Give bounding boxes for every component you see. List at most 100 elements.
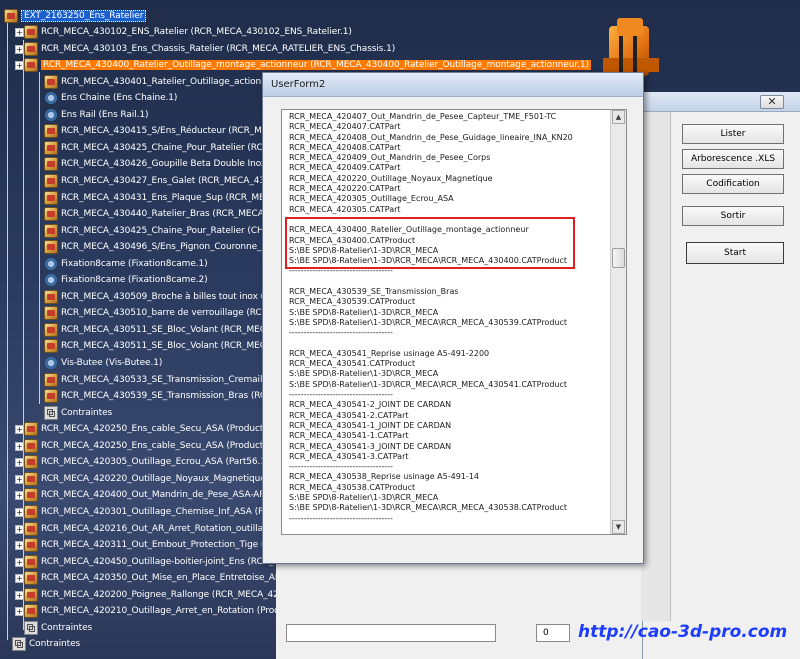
tree-item[interactable]: RCR_MECA_420350_Out_Mise_en_Place_Entret…	[24, 570, 298, 586]
list-line: ------------------------------------	[289, 462, 393, 472]
tree-item-label: RCR_MECA_420350_Out_Mise_en_Place_Entret…	[41, 573, 298, 584]
tree-item[interactable]: RCR_MECA_430103_Ens_Chassis_Ratelier (RC…	[24, 41, 395, 57]
tree-item[interactable]: RCR_MECA_430427_Ens_Galet (RCR_MECA_4304…	[44, 173, 298, 189]
tree-item[interactable]: RCR_MECA_420250_Ens_cable_Secu_ASA (Prod…	[24, 438, 281, 454]
tree-item-label: RCR_MECA_420216_Out_AR_Arret_Rotation_ou…	[41, 523, 281, 534]
expand-icon[interactable]: +	[15, 44, 24, 54]
codification-button[interactable]: Codification	[682, 174, 784, 194]
expand-icon[interactable]: +	[15, 458, 24, 468]
scroll-up-icon[interactable]: ▲	[612, 110, 625, 124]
expand-icon[interactable]: +	[15, 557, 24, 567]
close-icon[interactable]: ✕	[760, 95, 784, 109]
product-icon	[44, 140, 58, 155]
tree-item[interactable]: RCR_MECA_430440_Ratelier_Bras (RCR_MECA_…	[44, 206, 291, 222]
tree-root-label: EXT_2163250_Ens_Ratelier	[21, 10, 147, 22]
tree-item-label: RCR_MECA_420210_Outillage_Arret_en_Rotat…	[41, 606, 300, 617]
tree-item[interactable]: Ens Rail (Ens Rail.1)	[44, 107, 149, 123]
expand-icon[interactable]: +	[15, 607, 24, 617]
expand-icon[interactable]: +	[15, 425, 24, 435]
list-line: RCR_MECA_430539.CATProduct	[289, 297, 416, 307]
tree-item[interactable]: Fixation8came (Fixation8came.1)	[44, 256, 208, 272]
tree-item[interactable]: Ens Chaine (Ens Chaine.1)	[44, 90, 177, 106]
list-line	[289, 524, 607, 534]
expand-icon[interactable]: +	[15, 491, 24, 501]
tree-item-label: RCR_MECA_430511_SE_Bloc_Volant (RCR_MECA…	[61, 341, 289, 352]
product-icon	[24, 521, 38, 536]
tree-item-label: RCR_MECA_430440_Ratelier_Bras (RCR_MECA_…	[61, 209, 291, 220]
tree-item[interactable]: RCR_MECA_420301_Outillage_Chemise_Inf_AS…	[24, 504, 287, 520]
listbox-scrollbar[interactable]: ▲ ▼	[610, 110, 626, 534]
tree-item[interactable]: RCR_MECA_430496_S/Ens_Pignon_Couronne_Ra…	[44, 239, 287, 255]
tree-item[interactable]: RCR_MECA_420220_Outillage_Noyaux_Magneti…	[24, 471, 286, 487]
tree-item-label: RCR_MECA_430425_Chaine_Pour_Ratelier (RC…	[61, 142, 293, 153]
tree-item[interactable]: RCR_MECA_430510_barre de verrouillage (R…	[44, 305, 298, 321]
tree-item-label: RCR_MECA_430539_SE_Transmission_Bras (RC…	[61, 391, 297, 402]
scroll-thumb[interactable]	[612, 248, 625, 268]
tree-item[interactable]: Contraintes	[44, 405, 112, 421]
arborescence-xls-button[interactable]: Arborescence .XLS	[682, 149, 784, 169]
tree-item[interactable]: RCR_MECA_430511_SE_Bloc_Volant (RCR_MECA…	[44, 322, 288, 338]
expand-icon[interactable]: +	[15, 61, 24, 71]
tree-item[interactable]: RCR_MECA_430425_Chaine_Pour_Ratelier (CH…	[44, 223, 289, 239]
tree-item[interactable]: Fixation8came (Fixation8came.2)	[44, 272, 208, 288]
tree-item-label: RCR_MECA_420250_Ens_cable_Secu_ASA (Prod…	[41, 424, 281, 435]
product-icon	[24, 504, 38, 519]
start-button[interactable]: Start	[686, 242, 784, 264]
scroll-down-icon[interactable]: ▼	[612, 520, 625, 534]
tree-item-label: RCR_MECA_430509_Broche à billes tout ino…	[61, 291, 295, 302]
lister-button[interactable]: Lister	[682, 124, 784, 144]
list-line: S:\BE SPD\8-Ratelier\1-3D\RCR_MECA\RCR_M…	[289, 379, 568, 389]
tree-item[interactable]: RCR_MECA_420200_Poignee_Rallonge (RCR_ME…	[24, 587, 296, 603]
main-userform-lower-panel	[276, 562, 642, 659]
tree-item[interactable]: RCR_MECA_420400_Out_Mandrin_de_Pese_ASA-…	[24, 487, 282, 503]
tree-item-label: RCR_MECA_430511_SE_Bloc_Volant (RCR_MECA…	[61, 324, 288, 335]
product-icon	[24, 58, 38, 73]
tree-item[interactable]: RCR_MECA_430400_Ratelier_Outillage_monta…	[24, 57, 591, 73]
tree-item[interactable]: RCR_MECA_430539_SE_Transmission_Bras (RC…	[44, 388, 296, 404]
expand-icon[interactable]: +	[15, 441, 24, 451]
tree-item[interactable]: RCR_MECA_430509_Broche à billes tout ino…	[44, 289, 294, 305]
expand-icon[interactable]: +	[15, 524, 24, 534]
expand-icon[interactable]: +	[15, 507, 24, 517]
tree-item[interactable]: RCR_MECA_420210_Outillage_Arret_en_Rotat…	[24, 603, 299, 619]
tree-item[interactable]: RCR_MECA_420311_Out_Embout_Protection_Ti…	[24, 537, 282, 553]
tree-item[interactable]: Contraintes	[12, 636, 80, 652]
result-listbox[interactable]: RCR_MECA_420407_Out_Mandrin_de_Pesee_Cap…	[281, 109, 627, 535]
product-icon	[24, 438, 38, 453]
status-text-field[interactable]	[286, 624, 496, 642]
tree-item[interactable]: RCR_MECA_430431_Ens_Plaque_Sup (RCR_MECA…	[44, 190, 293, 206]
tree-item[interactable]: RCR_MECA_430102_ENS_Ratelier (RCR_MECA_4…	[24, 24, 352, 40]
userform2-title: UserForm2	[263, 73, 643, 97]
tree-item-label: Contraintes	[29, 639, 81, 650]
tree-item[interactable]: RCR_MECA_430415_S/Ens_Réducteur (RCR_MEC…	[44, 123, 295, 139]
tree-item-label: Vis-Butee (Vis-Butee.1)	[61, 358, 163, 368]
tree-item[interactable]: RCR_MECA_420450_Outillage-boitier-joint_…	[24, 554, 293, 570]
tree-item[interactable]: RCR_MECA_420216_Out_AR_Arret_Rotation_ou…	[24, 521, 280, 537]
counter-field[interactable]: 0	[536, 624, 570, 642]
tree-item[interactable]: RCR_MECA_420305_Outillage_Ecrou_ASA (Par…	[24, 454, 269, 470]
product-icon	[24, 604, 38, 619]
expand-icon[interactable]: +	[15, 541, 24, 551]
product-icon	[24, 471, 38, 486]
list-line: RCR_MECA_430541-3.CATPart	[289, 451, 409, 461]
expand-icon[interactable]: +	[15, 28, 24, 37]
result-list-lines: RCR_MECA_420407_Out_Mandrin_de_Pesee_Cap…	[289, 112, 607, 534]
expand-icon[interactable]: +	[15, 574, 24, 584]
tree-item[interactable]: Contraintes	[24, 620, 92, 636]
tree-item-label: RCR_MECA_420200_Poignee_Rallonge (RCR_ME…	[41, 589, 296, 600]
tree-item[interactable]: RCR_MECA_430533_SE_Transmission_Cremaill…	[44, 372, 297, 388]
tree-item[interactable]: Vis-Butee (Vis-Butee.1)	[44, 355, 162, 371]
tree-item[interactable]: RCR_MECA_430511_SE_Bloc_Volant (RCR_MECA…	[44, 338, 288, 354]
tree-item[interactable]: RCR_MECA_420250_Ens_cable_Secu_ASA (Prod…	[24, 421, 281, 437]
list-line: S:\BE SPD\8-Ratelier\1-3D\RCR_MECA	[289, 307, 439, 317]
expand-icon[interactable]: +	[15, 590, 24, 600]
expand-icon[interactable]: +	[15, 474, 24, 484]
tree-root[interactable]: EXT_2163250_Ens_Ratelier	[4, 8, 147, 24]
gear-icon	[44, 273, 58, 288]
list-line: RCR_MECA_420220.CATPart	[289, 184, 401, 194]
watermark-url: http://cao-3d-pro.com	[578, 622, 788, 642]
list-line: ------------------------------------	[289, 513, 393, 523]
tree-item[interactable]: RCR_MECA_430425_Chaine_Pour_Ratelier (RC…	[44, 140, 293, 156]
sortir-button[interactable]: Sortir	[682, 206, 784, 226]
tree-item[interactable]: RCR_MECA_430426_Goupille Beta Double Ino…	[44, 156, 289, 172]
